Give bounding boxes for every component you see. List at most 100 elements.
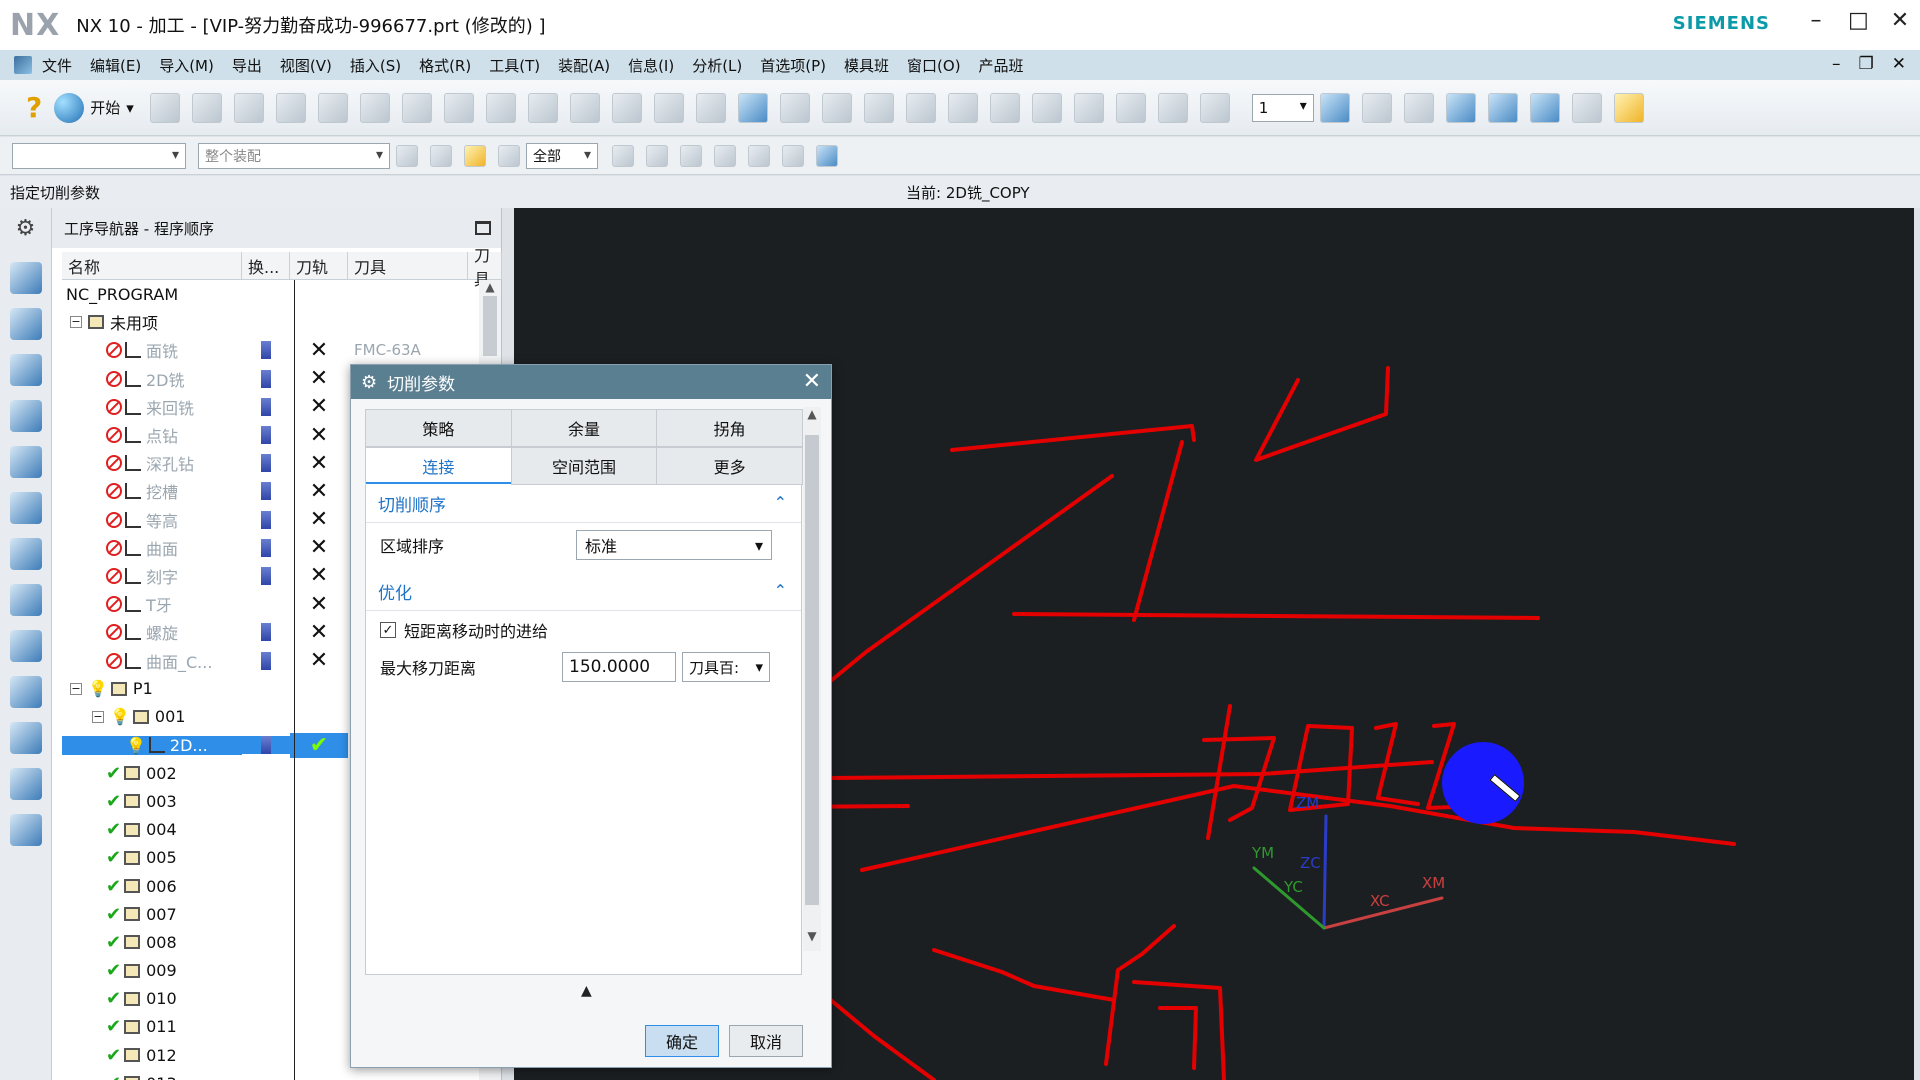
collapse-caret-icon[interactable]: ⌃ [774,581,787,600]
region-sequencing-select[interactable]: 标准 [576,530,772,560]
operation-icon[interactable] [401,92,432,123]
scroll-up-icon[interactable]: ▲ [803,407,821,421]
snap-point-icon[interactable] [612,144,634,167]
menu-mold-class[interactable]: 模具班 [844,55,889,76]
max-traverse-input[interactable]: 150.0000 [562,652,676,682]
menu-info[interactable]: 信息(I) [628,55,674,76]
tree-expander-icon[interactable]: − [92,710,104,723]
tab-strategy[interactable]: 策略 [365,409,512,447]
postprocess-icon[interactable] [569,92,600,123]
collapse-caret-icon[interactable]: ⌃ [774,493,787,512]
program-icon[interactable] [233,92,264,123]
table-row[interactable]: 面铣 ✕ FMC-63A [62,336,502,364]
replay-icon[interactable] [485,92,516,123]
cube-wire-icon[interactable] [782,144,804,167]
maximize-icon[interactable]: □ [1848,8,1869,33]
table-icon[interactable] [863,92,894,123]
start-button[interactable]: 开始 ▾ [54,92,134,123]
doc-close-icon[interactable]: ✕ [1892,54,1906,74]
dialog-scroll-thumb[interactable] [805,435,819,905]
type-filter-select[interactable] [12,142,186,169]
snap-icon[interactable] [1613,92,1644,123]
tab-connections[interactable]: 连接 [365,447,512,485]
tree-expander-icon[interactable]: − [70,316,82,329]
short-move-feed-checkbox[interactable]: ✓ [380,622,396,638]
tab-corners[interactable]: 拐角 [656,409,804,447]
view-fit-icon[interactable] [1445,92,1476,123]
cube-shaded-icon[interactable] [816,144,838,167]
ok-button[interactable]: 确定 [645,1025,719,1057]
generate-path-icon[interactable] [443,92,474,123]
scroll-thumb[interactable] [483,296,497,356]
table-row[interactable]: ✔ 013 [62,1069,502,1080]
end-point-icon[interactable] [646,144,668,167]
operation-nav-icon[interactable] [9,400,42,432]
max-traverse-unit-select[interactable]: 刀具百: [682,652,770,682]
mold-icon[interactable] [1157,92,1188,123]
scroll-up-icon[interactable]: ▲ [479,280,501,294]
menu-app-icon[interactable] [14,56,32,74]
menu-format[interactable]: 格式(R) [419,55,471,76]
layer-select[interactable]: 1 [1251,93,1314,122]
shop-doc-icon[interactable] [611,92,642,123]
tab-more[interactable]: 更多 [656,447,804,485]
shade-icon[interactable] [1115,92,1146,123]
add-selection-icon[interactable] [464,144,486,167]
output-cls-icon[interactable] [653,92,684,123]
rotate-icon[interactable] [1529,92,1560,123]
history-icon[interactable] [9,676,42,708]
cancel-button[interactable]: 取消 [729,1025,803,1057]
scope-select[interactable]: 全部 [526,142,598,169]
menu-assembly[interactable]: 装配(A) [558,55,610,76]
tab-containment[interactable]: 空间范围 [510,447,658,485]
filter-reset-icon[interactable] [396,144,418,167]
hd3d-icon[interactable] [9,538,42,570]
doc-restore-icon[interactable]: ❐ [1859,54,1874,74]
palette-icon[interactable] [9,722,42,754]
close-icon[interactable]: ✕ [1890,8,1910,33]
col-name[interactable]: 名称 [62,252,242,279]
geometry-icon[interactable] [317,92,348,123]
menu-preferences[interactable]: 首选项(P) [760,55,826,76]
col-tool[interactable]: 刀具 [348,252,468,279]
machine-nav-icon[interactable] [9,446,42,478]
selection-priority-icon[interactable] [430,144,452,167]
process-icon[interactable] [9,768,42,800]
feeds-icon[interactable] [695,92,726,123]
reuse-library-icon[interactable] [9,492,42,524]
info-icon[interactable] [9,584,42,616]
new-file-icon[interactable] [149,92,180,123]
maximize-panel-icon[interactable] [475,221,491,235]
menu-export[interactable]: 导出 [232,55,262,76]
section-optimize[interactable]: 优化 ⌃ [366,573,801,611]
col-tool-number[interactable]: 刀具 [468,246,502,289]
move-layer-icon[interactable] [1361,92,1392,123]
menu-insert[interactable]: 插入(S) [350,55,401,76]
tree-expander-icon[interactable]: − [70,682,82,695]
box-select-icon[interactable] [714,144,736,167]
crosshair-icon[interactable] [1031,92,1062,123]
help-icon[interactable]: ? [26,91,42,124]
table-row[interactable]: NC_PROGRAM [62,280,502,308]
dialog-close-icon[interactable]: ✕ [803,369,821,394]
doc-minimize-icon[interactable]: – [1832,54,1841,74]
col-tool-change[interactable]: 换... [242,252,290,279]
collapse-up-icon[interactable]: ▲ [581,983,592,999]
col-toolpath[interactable]: 刀轨 [290,252,348,279]
grid-icon[interactable] [905,92,936,123]
layer-settings-icon[interactable] [1319,92,1350,123]
datum-icon[interactable] [821,92,852,123]
menu-tools[interactable]: 工具(T) [489,55,540,76]
select-icon[interactable] [1571,92,1602,123]
menu-file[interactable]: 文件 [42,55,72,76]
tool-create-icon[interactable] [275,92,306,123]
circle-select-icon[interactable] [680,144,702,167]
menu-view[interactable]: 视图(V) [280,55,332,76]
assembly-scope-select[interactable]: 整个装配 [198,142,390,169]
cube-icon[interactable] [748,144,770,167]
csys-icon[interactable] [737,92,768,123]
menu-product-class[interactable]: 产品班 [979,55,1024,76]
scroll-down-icon[interactable]: ▼ [803,929,821,943]
color-filter-icon[interactable] [498,144,520,167]
table-row[interactable]: − 未用项 [62,308,502,336]
